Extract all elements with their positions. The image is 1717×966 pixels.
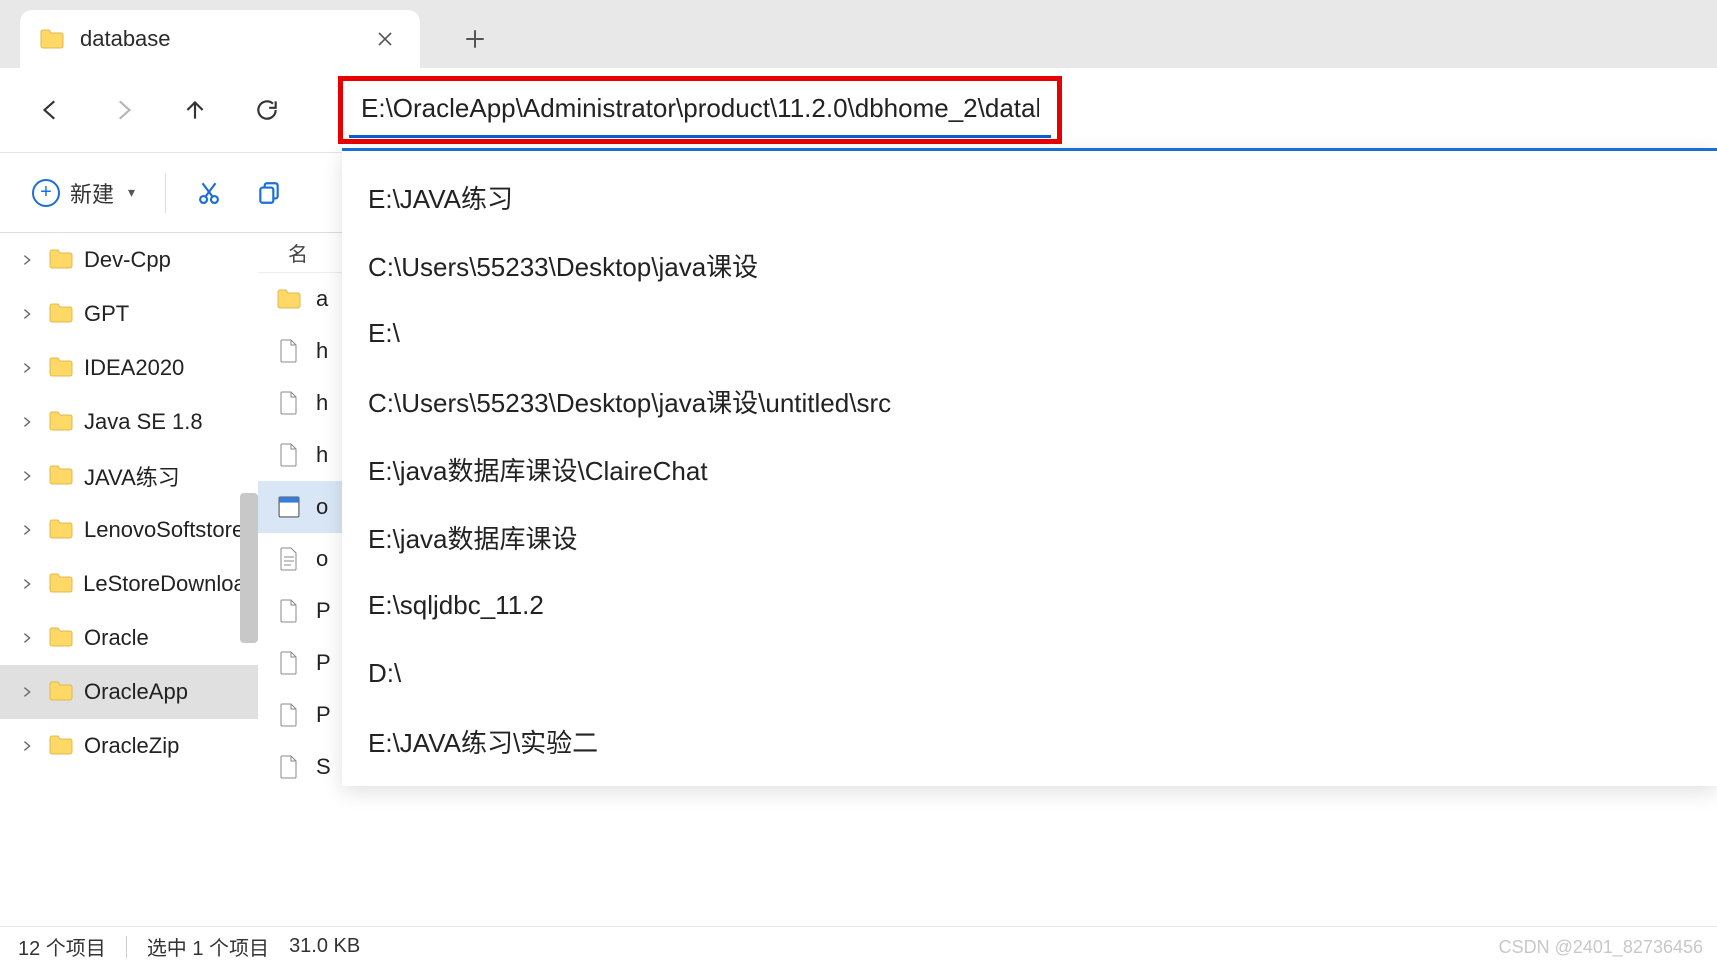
chevron-right-icon[interactable] <box>18 467 36 485</box>
file-name: o <box>316 494 328 520</box>
sidebar-item-label: JAVA练习 <box>84 460 180 492</box>
chevron-right-icon[interactable] <box>18 359 36 377</box>
new-tab-button[interactable] <box>450 14 500 64</box>
history-item[interactable]: E:\JAVA练习 <box>342 163 1717 231</box>
up-button[interactable] <box>159 82 231 138</box>
navbar <box>0 68 1717 153</box>
forward-button[interactable] <box>87 82 159 138</box>
file-icon <box>276 388 302 418</box>
folder-icon <box>48 303 76 325</box>
folder-icon <box>48 357 76 379</box>
sidebar-item-label: Java SE 1.8 <box>84 409 203 435</box>
file-name: P <box>316 650 331 676</box>
folder-icon <box>48 573 75 595</box>
history-item[interactable]: E:\sqljdbc_11.2 <box>342 571 1717 639</box>
folder-icon <box>48 411 76 433</box>
folder-icon <box>48 681 76 703</box>
file-name: S <box>316 754 331 780</box>
file-icon <box>276 596 302 626</box>
separator <box>126 936 127 958</box>
folder-icon <box>48 465 76 487</box>
sidebar-item-oracleapp[interactable]: OracleApp <box>0 665 258 719</box>
status-item-count: 12 个项目 <box>18 932 106 961</box>
file-icon <box>276 336 302 366</box>
chevron-down-icon: ▾ <box>128 184 135 201</box>
sidebar-scrollbar[interactable] <box>240 493 258 643</box>
chevron-right-icon[interactable] <box>18 251 36 269</box>
sidebar-item-label: GPT <box>84 301 129 327</box>
sidebar-item-label: LenovoSoftstore <box>84 517 244 543</box>
sidebar-item-lestoredownload[interactable]: LeStoreDownload <box>0 557 258 611</box>
file-icon <box>276 752 302 782</box>
file-icon <box>276 440 302 470</box>
address-bar[interactable] <box>338 76 1062 144</box>
file-name: h <box>316 390 328 416</box>
sidebar-item-java se 1.8[interactable]: Java SE 1.8 <box>0 395 258 449</box>
sidebar-item-lenovosoftstore[interactable]: LenovoSoftstore <box>0 503 258 557</box>
file-name: P <box>316 598 331 624</box>
sidebar-item-label: Dev-Cpp <box>84 247 171 273</box>
chevron-right-icon[interactable] <box>18 305 36 323</box>
sidebar-item-oraclezip[interactable]: OracleZip <box>0 719 258 773</box>
sidebar-item-dev-cpp[interactable]: Dev-Cpp <box>0 233 258 287</box>
folder-icon <box>38 25 66 53</box>
close-icon[interactable] <box>368 22 402 56</box>
sidebar-item-idea2020[interactable]: IDEA2020 <box>0 341 258 395</box>
sidebar-item-label: IDEA2020 <box>84 355 184 381</box>
tab-title: database <box>80 26 354 52</box>
file-name: o <box>316 546 328 572</box>
chevron-right-icon[interactable] <box>18 683 36 701</box>
folder-icon <box>48 735 76 757</box>
sidebar-item-label: LeStoreDownload <box>83 571 258 597</box>
history-item[interactable]: E:\java数据库课设\ClaireChat <box>342 435 1717 503</box>
sidebar-item-label: OracleZip <box>84 733 179 759</box>
file-name: h <box>316 338 328 364</box>
text-icon <box>276 544 302 574</box>
sidebar: Dev-Cpp GPT IDEA2020 Java SE 1.8 JAVA练习 Lenov… <box>0 233 258 926</box>
file-name: P <box>316 702 331 728</box>
status-selected: 选中 1 个项目 <box>147 932 269 961</box>
separator <box>165 173 166 213</box>
folder-icon <box>276 284 302 314</box>
app-icon <box>276 492 302 522</box>
file-name: h <box>316 442 328 468</box>
new-button[interactable]: + 新建 ▾ <box>20 165 147 221</box>
folder-icon <box>48 627 76 649</box>
history-item[interactable]: E:\JAVA练习\实验二 <box>342 707 1717 775</box>
address-history-dropdown: E:\JAVA练习C:\Users\55233\Desktop\java课设E:… <box>342 148 1717 786</box>
file-icon <box>276 648 302 678</box>
history-item[interactable]: C:\Users\55233\Desktop\java课设 <box>342 231 1717 299</box>
sidebar-item-gpt[interactable]: GPT <box>0 287 258 341</box>
folder-icon <box>48 249 76 271</box>
titlebar: database <box>0 0 1717 68</box>
chevron-right-icon[interactable] <box>18 521 36 539</box>
history-item[interactable]: E:\ <box>342 299 1717 367</box>
chevron-right-icon[interactable] <box>18 413 36 431</box>
status-size: 31.0 KB <box>289 935 360 958</box>
back-button[interactable] <box>15 82 87 138</box>
chevron-right-icon[interactable] <box>18 629 36 647</box>
file-icon <box>276 700 302 730</box>
sidebar-item-oracle[interactable]: Oracle <box>0 611 258 665</box>
chevron-right-icon[interactable] <box>18 737 36 755</box>
history-item[interactable]: C:\Users\55233\Desktop\java课设\untitled\s… <box>342 367 1717 435</box>
refresh-button[interactable] <box>231 82 303 138</box>
tab-database[interactable]: database <box>20 10 420 68</box>
history-item[interactable]: D:\ <box>342 639 1717 707</box>
copy-button[interactable] <box>244 165 294 221</box>
watermark: CSDN @2401_82736456 <box>1499 937 1703 958</box>
sidebar-item-java练习[interactable]: JAVA练习 <box>0 449 258 503</box>
plus-circle-icon: + <box>32 179 60 207</box>
chevron-right-icon[interactable] <box>18 575 36 593</box>
address-input[interactable] <box>349 82 1051 138</box>
cut-button[interactable] <box>184 165 234 221</box>
sidebar-item-label: Oracle <box>84 625 149 651</box>
file-name: a <box>316 286 328 312</box>
history-item[interactable]: E:\java数据库课设 <box>342 503 1717 571</box>
new-label: 新建 <box>70 177 114 209</box>
sidebar-item-label: OracleApp <box>84 679 188 705</box>
statusbar: 12 个项目 选中 1 个项目 31.0 KB <box>0 926 1717 966</box>
folder-icon <box>48 519 76 541</box>
